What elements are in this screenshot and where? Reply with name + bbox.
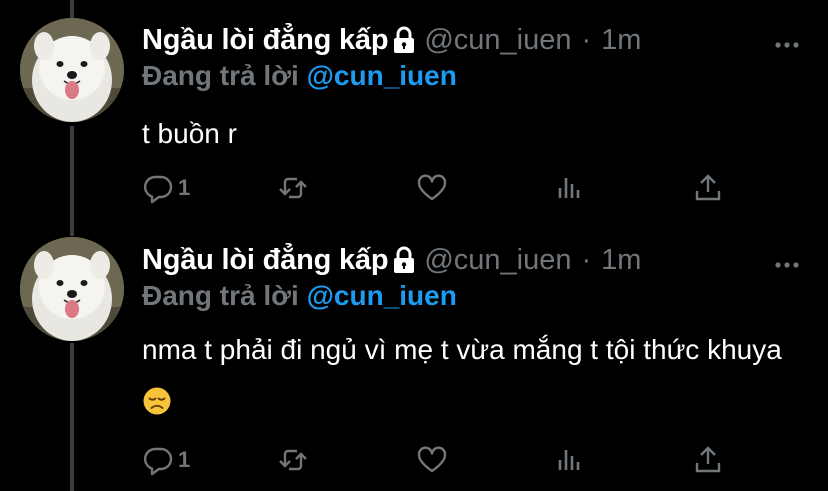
retweet-button[interactable] xyxy=(277,440,309,480)
more-icon[interactable] xyxy=(774,256,800,268)
reply-icon xyxy=(143,447,173,476)
timestamp[interactable]: 1m xyxy=(601,244,641,277)
replying-to-label: Đang trả lời xyxy=(142,60,299,91)
reply-count: 1 xyxy=(178,175,191,200)
lock-icon xyxy=(392,25,416,55)
share-button[interactable] xyxy=(692,168,724,208)
tweet-text: nma t phải đi ngủ vì mẹ t vừa mắng t tội… xyxy=(142,324,782,428)
analytics-button[interactable] xyxy=(554,168,586,208)
tweet-text-content: nma t phải đi ngủ vì mẹ t vừa mắng t tội… xyxy=(142,334,782,365)
share-icon xyxy=(695,174,721,201)
like-button[interactable] xyxy=(416,168,448,208)
separator-dot: · xyxy=(581,243,592,276)
replying-to: Đang trả lời @cun_iuen xyxy=(142,60,457,92)
reply-button[interactable]: 1 xyxy=(142,440,190,480)
reply-count: 1 xyxy=(178,447,191,472)
retweet-icon xyxy=(279,449,307,471)
display-name[interactable]: Ngầu lòi đẳng kấp xyxy=(142,244,389,277)
timestamp[interactable]: 1m xyxy=(601,24,641,57)
replying-to-label: Đang trả lời xyxy=(142,280,299,311)
share-icon xyxy=(695,446,721,473)
like-button[interactable] xyxy=(416,440,448,480)
tweet[interactable]: Ngầu lòi đẳng kấp @cun_iuen · 1m Đang tr… xyxy=(0,0,828,228)
separator-dot: · xyxy=(581,23,592,56)
retweet-button[interactable] xyxy=(277,168,309,208)
analytics-button[interactable] xyxy=(554,440,586,480)
replying-to-handle[interactable]: @cun_iuen xyxy=(307,280,457,311)
disappointed-face-icon xyxy=(142,381,172,415)
user-handle[interactable]: @cun_iuen xyxy=(424,24,571,57)
tweet-actions: 1 xyxy=(142,168,732,208)
reply-button[interactable]: 1 xyxy=(142,168,190,208)
reply-icon xyxy=(143,175,173,204)
user-handle[interactable]: @cun_iuen xyxy=(424,244,571,277)
retweet-icon xyxy=(279,177,307,199)
tweet-text: t buồn r xyxy=(142,118,237,149)
tweet[interactable]: Ngầu lòi đẳng kấp @cun_iuen · 1m Đang tr… xyxy=(0,228,828,491)
share-button[interactable] xyxy=(692,440,724,480)
replying-to-handle[interactable]: @cun_iuen xyxy=(307,60,457,91)
like-icon xyxy=(417,174,447,201)
replying-to: Đang trả lời @cun_iuen xyxy=(142,280,457,312)
tweet-header: Ngầu lòi đẳng kấp @cun_iuen · 1m xyxy=(142,20,641,60)
tweet-actions: 1 xyxy=(142,440,732,480)
display-name[interactable]: Ngầu lòi đẳng kấp xyxy=(142,24,389,57)
stats-icon xyxy=(558,178,580,198)
tweet-header: Ngầu lòi đẳng kấp @cun_iuen · 1m xyxy=(142,240,641,280)
like-icon xyxy=(417,446,447,473)
avatar[interactable] xyxy=(20,237,124,341)
more-icon[interactable] xyxy=(774,36,800,48)
avatar[interactable] xyxy=(20,18,124,122)
stats-icon xyxy=(558,450,580,470)
lock-icon xyxy=(392,245,416,275)
